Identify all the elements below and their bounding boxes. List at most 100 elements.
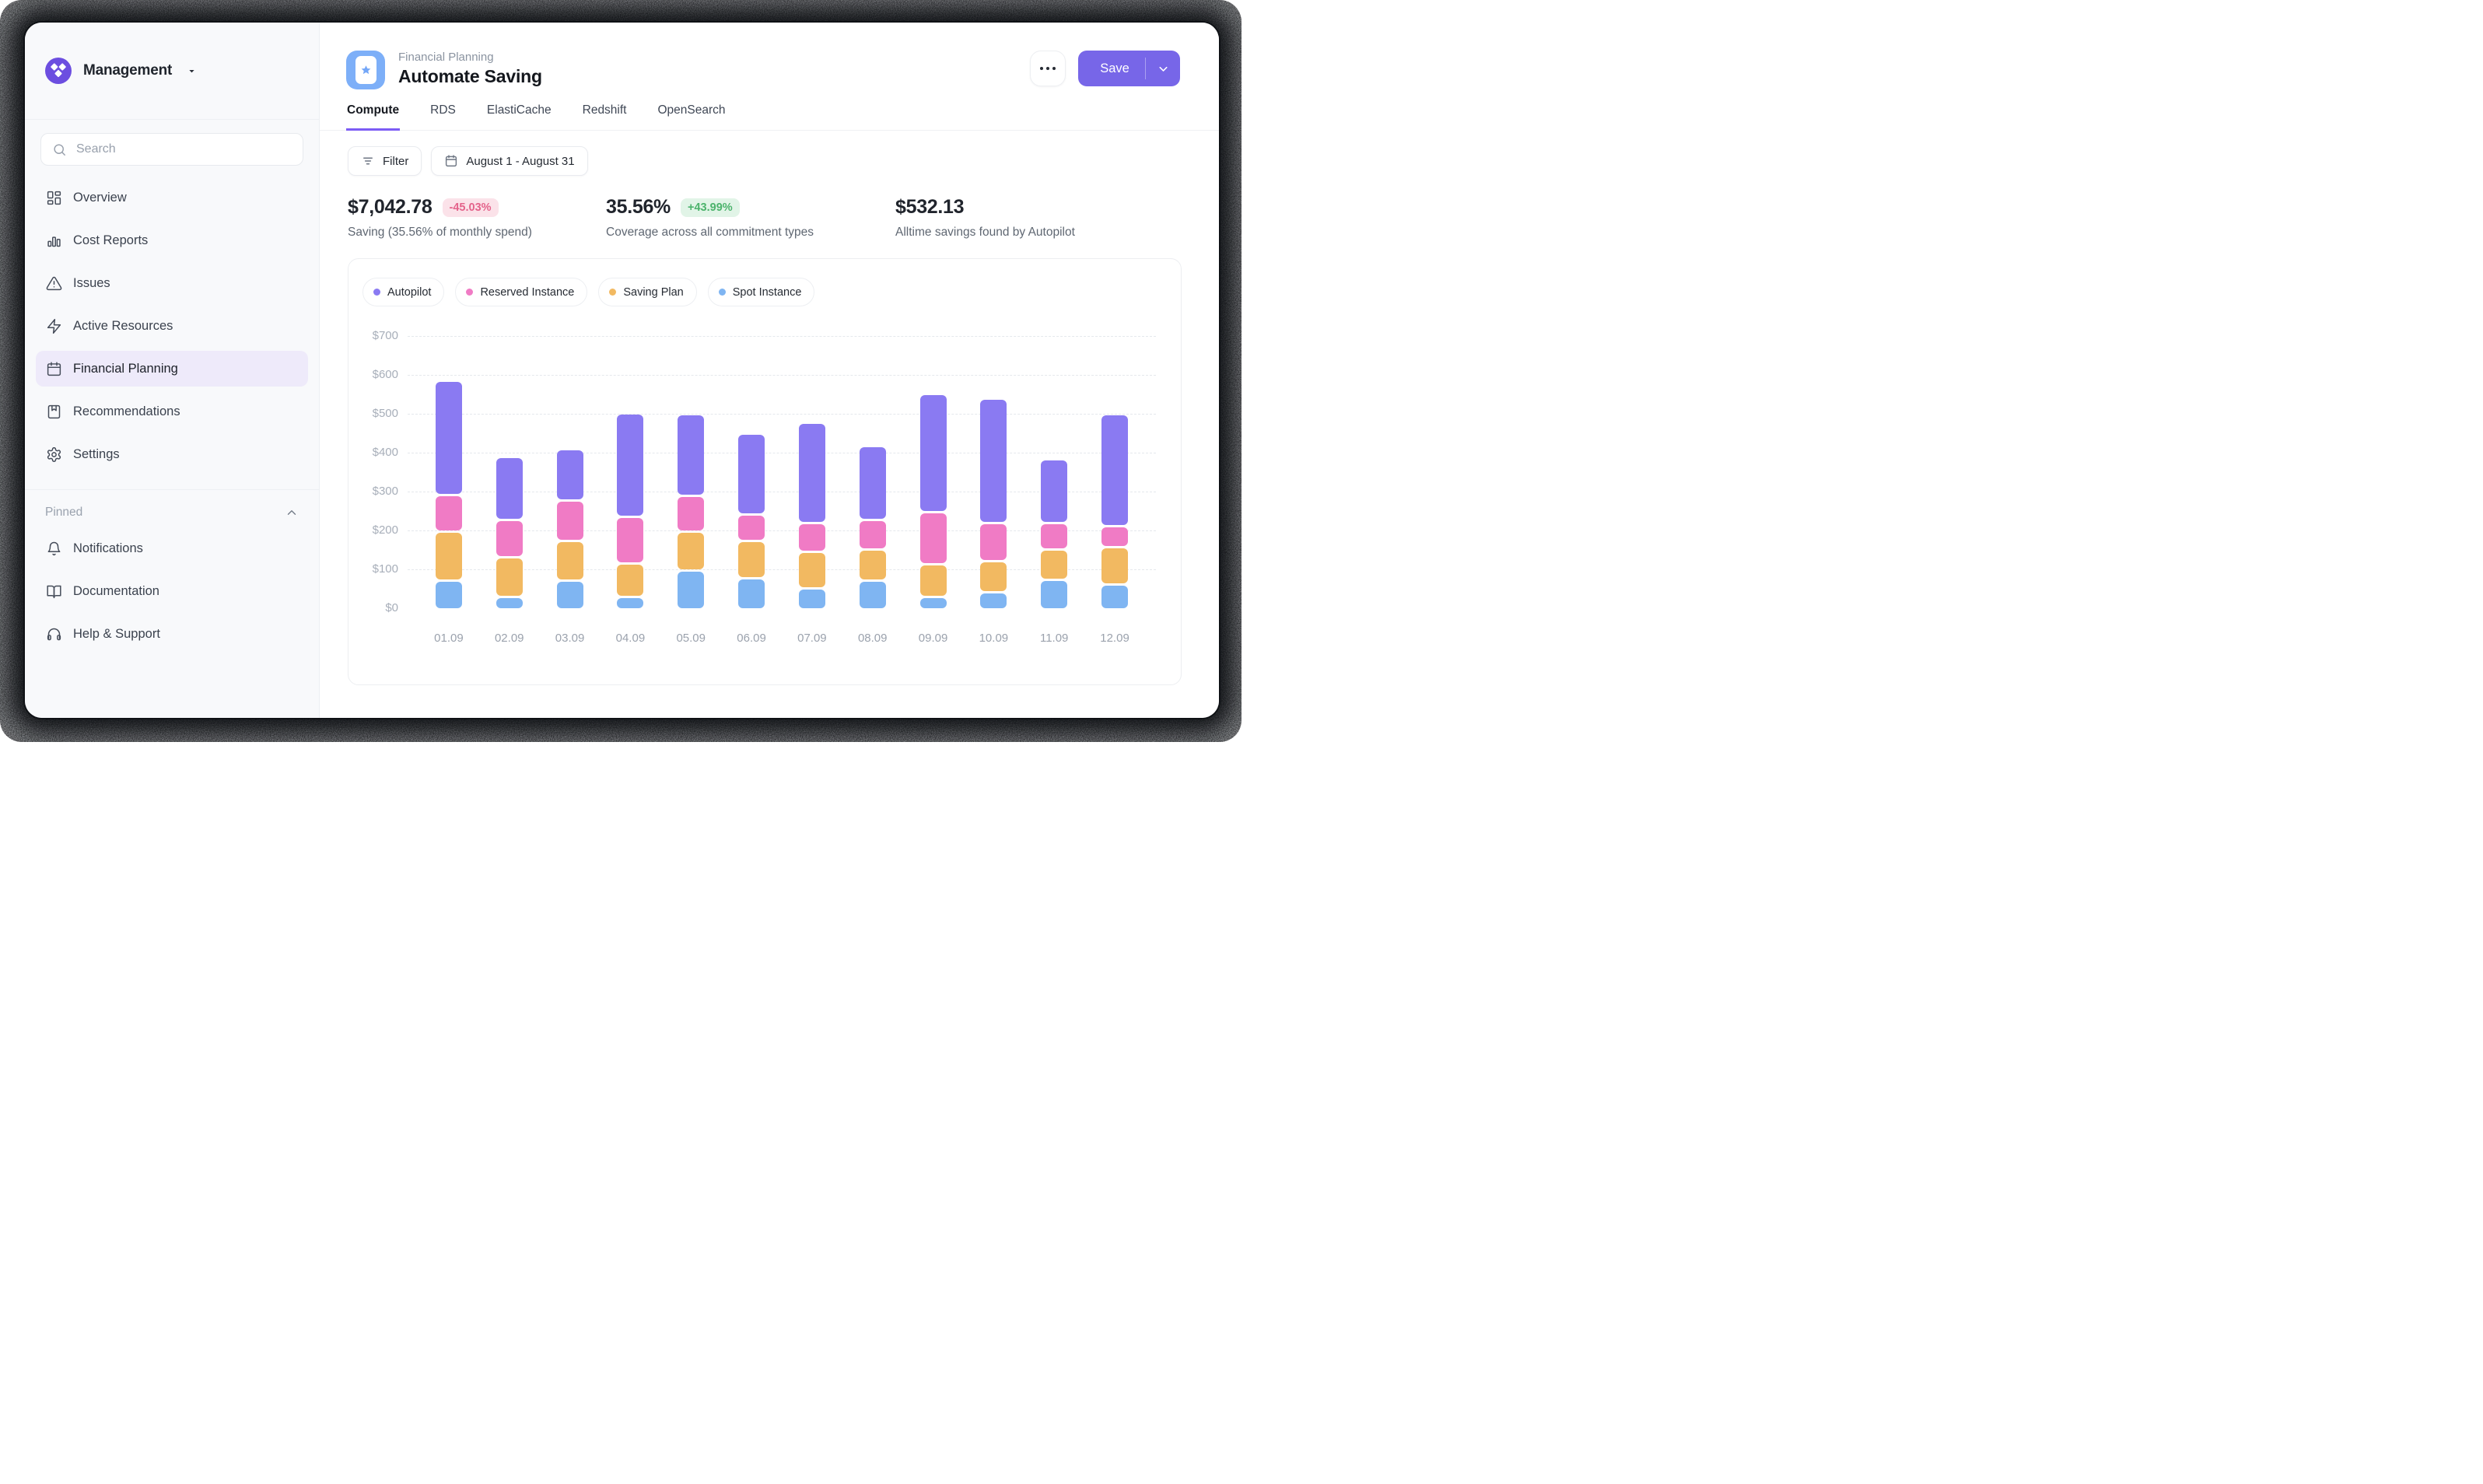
stacked-bar-07.09	[799, 424, 825, 609]
cost-reports-icon	[46, 233, 62, 249]
legend-dot-icon	[609, 289, 616, 296]
sidebar-item-overview[interactable]: Overview	[36, 180, 308, 215]
tab-rds[interactable]: RDS	[429, 103, 457, 131]
y-axis-tick: $200	[362, 523, 398, 538]
chevron-up-icon	[285, 506, 299, 520]
workspace-switcher[interactable]: Management	[25, 23, 319, 120]
tab-opensearch[interactable]: OpenSearch	[657, 103, 727, 131]
caret-down-icon	[186, 65, 198, 77]
sidebar-item-notifications[interactable]: Notifications	[36, 530, 308, 566]
stacked-bar-chart: $0$100$200$300$400$500$600$700 01.0902.0…	[362, 336, 1164, 656]
legend-chip-autopilot[interactable]: Autopilot	[362, 278, 444, 306]
save-button[interactable]: Save	[1078, 51, 1145, 86]
bar-column-05.09	[660, 336, 721, 608]
bar-seg-saving-plan	[738, 542, 765, 577]
main-area: Financial Planning Automate Saving Save	[320, 23, 1219, 718]
bar-seg-spot-instance	[738, 579, 765, 608]
x-axis-tick: 05.09	[660, 632, 721, 645]
bar-seg-spot-instance	[557, 582, 583, 608]
filter-icon	[361, 154, 375, 168]
more-options-button[interactable]	[1030, 51, 1066, 86]
chevron-down-icon	[1157, 62, 1170, 75]
sidebar-item-issues[interactable]: Issues	[36, 265, 308, 301]
financial-planning-icon	[46, 361, 62, 377]
bar-seg-autopilot	[920, 395, 947, 512]
bar-seg-spot-instance	[1101, 586, 1128, 608]
stat-value: $532.13	[895, 196, 964, 219]
sidebar-item-help-support[interactable]: Help & Support	[36, 616, 308, 652]
legend-chip-saving-plan[interactable]: Saving Plan	[598, 278, 696, 306]
y-axis: $0$100$200$300$400$500$600$700	[362, 336, 398, 608]
sidebar-item-label: Notifications	[73, 541, 143, 556]
search-icon	[52, 142, 67, 157]
sidebar-item-documentation[interactable]: Documentation	[36, 573, 308, 609]
stacked-bar-12.09	[1101, 415, 1128, 608]
sidebar-item-settings[interactable]: Settings	[36, 436, 308, 472]
sidebar-item-recommendations[interactable]: Recommendations	[36, 394, 308, 429]
bar-seg-saving-plan	[920, 565, 947, 596]
bar-seg-reserved-instance	[496, 521, 523, 555]
sidebar-item-cost-reports[interactable]: Cost Reports	[36, 222, 308, 258]
sidebar: Management Overview Cost Reports Issues Act…	[25, 23, 320, 718]
bar-seg-spot-instance	[678, 572, 704, 608]
legend-label: Reserved Instance	[480, 286, 574, 299]
tab-compute[interactable]: Compute	[346, 103, 400, 131]
bar-column-10.09	[963, 336, 1024, 608]
chart-bars	[408, 336, 1156, 608]
bar-column-08.09	[842, 336, 903, 608]
stat-value: 35.56%	[606, 196, 671, 219]
star-icon	[359, 64, 373, 77]
sidebar-item-active-resources[interactable]: Active Resources	[36, 308, 308, 344]
notifications-icon	[46, 541, 62, 557]
bar-seg-spot-instance	[920, 598, 947, 608]
legend-label: Spot Instance	[733, 286, 802, 299]
bar-seg-spot-instance	[1041, 581, 1067, 608]
stacked-bar-11.09	[1041, 460, 1067, 608]
screenshot-canvas: Management Overview Cost Reports Issues Act…	[0, 0, 1242, 742]
sidebar-item-label: Documentation	[73, 584, 159, 599]
search-box[interactable]	[40, 133, 303, 166]
bar-column-06.09	[721, 336, 782, 608]
legend-chip-reserved-instance[interactable]: Reserved Instance	[455, 278, 587, 306]
bar-seg-autopilot	[678, 415, 704, 495]
bar-seg-reserved-instance	[920, 513, 947, 563]
sidebar-item-financial-planning[interactable]: Financial Planning	[36, 351, 308, 387]
dot-icon	[1046, 67, 1049, 70]
pinned-section-header[interactable]: Pinned	[25, 490, 319, 521]
legend-dot-icon	[466, 289, 473, 296]
date-range-button[interactable]: August 1 - August 31	[431, 146, 587, 176]
x-axis-tick: 10.09	[963, 632, 1024, 645]
bar-seg-reserved-instance	[980, 524, 1007, 560]
stat-label: Saving (35.56% of monthly spend)	[348, 226, 606, 240]
tab-redshift[interactable]: Redshift	[582, 103, 628, 131]
tab-elasticache[interactable]: ElastiCache	[486, 103, 552, 131]
stat-value: $7,042.78	[348, 196, 433, 219]
bar-seg-saving-plan	[1101, 548, 1128, 583]
bar-seg-autopilot	[980, 400, 1007, 522]
page-app-icon	[346, 51, 385, 89]
header-actions: Save	[1030, 51, 1180, 86]
stat-change-badge: +43.99%	[681, 198, 740, 217]
bar-column-09.09	[903, 336, 964, 608]
bar-seg-saving-plan	[980, 562, 1007, 592]
pinned-label: Pinned	[45, 506, 82, 520]
y-axis-tick: $400	[362, 445, 398, 460]
active-resources-icon	[46, 318, 62, 334]
dot-icon	[1052, 67, 1056, 70]
bar-seg-spot-instance	[799, 590, 825, 608]
filter-button[interactable]: Filter	[348, 146, 422, 176]
legend-chip-spot-instance[interactable]: Spot Instance	[708, 278, 815, 306]
sidebar-nav: Overview Cost Reports Issues Active Resourc…	[25, 166, 319, 472]
legend-dot-icon	[373, 289, 380, 296]
bar-column-11.09	[1024, 336, 1084, 608]
search-input[interactable]	[75, 142, 292, 157]
stacked-bar-08.09	[860, 447, 886, 608]
bar-column-12.09	[1084, 336, 1145, 608]
x-axis-tick: 06.09	[721, 632, 782, 645]
save-split-button: Save	[1078, 51, 1180, 86]
bar-seg-saving-plan	[436, 533, 462, 580]
x-axis-tick: 04.09	[600, 632, 660, 645]
save-dropdown-button[interactable]	[1146, 51, 1180, 86]
bar-seg-spot-instance	[860, 582, 886, 608]
bar-seg-spot-instance	[436, 582, 462, 608]
